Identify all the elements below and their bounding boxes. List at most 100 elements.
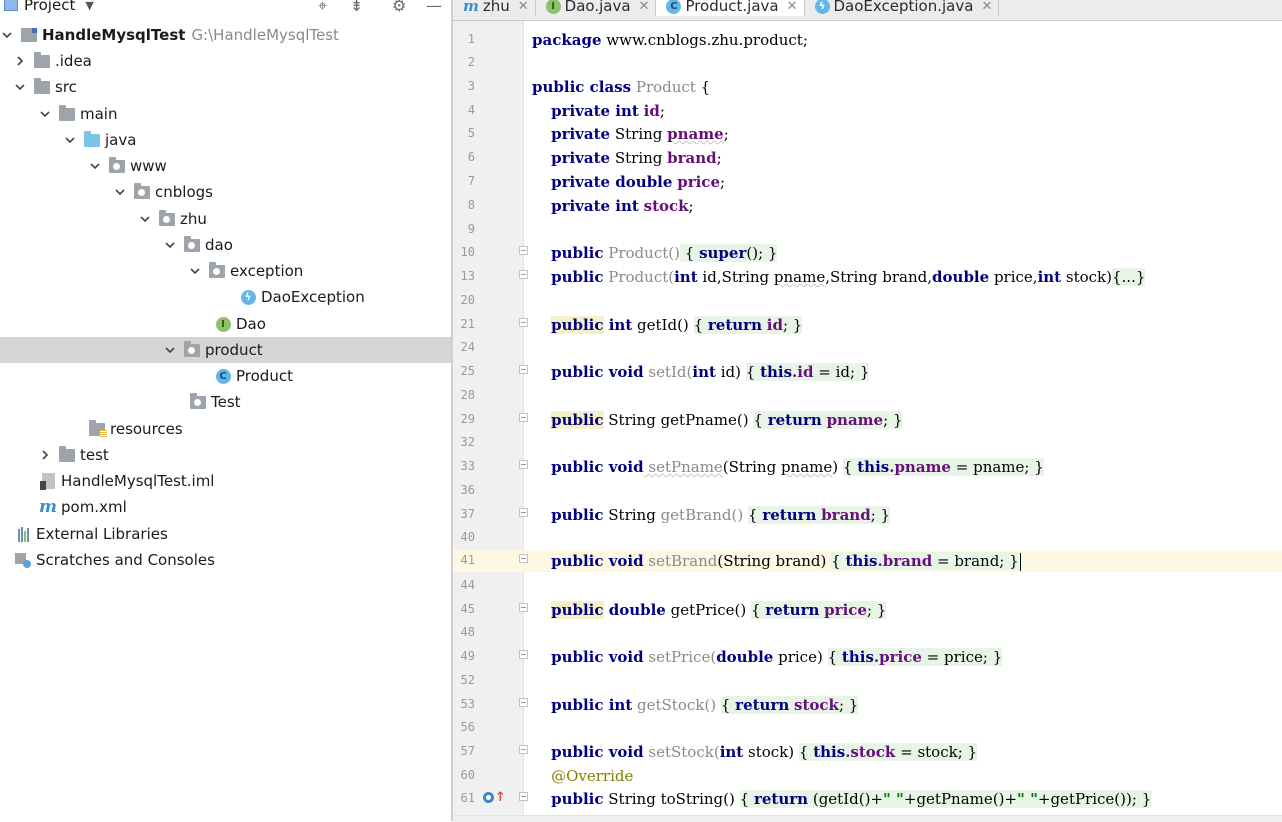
tree-item-handlemysqltest[interactable]: HandleMysqlTest G:\HandleMysqlTest — [0, 22, 451, 48]
chevron-down-icon[interactable] — [138, 212, 152, 226]
close-icon[interactable]: ✕ — [639, 0, 650, 14]
code-line[interactable]: 21 public int getId() { return id; } — [453, 314, 1282, 336]
tree-item-dao[interactable]: dao — [0, 232, 451, 258]
gear-icon[interactable]: ⚙ — [392, 0, 406, 15]
code-line[interactable]: 2 — [453, 52, 1282, 74]
code-line[interactable]: 1 package www.cnblogs.zhu.product; — [453, 29, 1282, 51]
code-line-current[interactable]: 41 public void setBrand(String brand) { … — [453, 550, 1282, 572]
locate-icon[interactable]: ⌖ — [318, 0, 327, 15]
hide-icon[interactable]: — — [426, 0, 442, 15]
chevron-right-icon[interactable] — [38, 448, 52, 462]
tree-item-label: www — [130, 157, 167, 175]
fold-icon[interactable] — [519, 460, 528, 469]
close-icon[interactable]: ✕ — [518, 0, 529, 14]
code-line[interactable]: 57 public void setStock(int stock) { thi… — [453, 741, 1282, 763]
code-line[interactable]: 33 public void setPname(String pname) { … — [453, 456, 1282, 478]
tree-item-test[interactable]: test — [0, 442, 451, 468]
code-line[interactable]: 56 — [453, 717, 1282, 739]
tree-item-java[interactable]: java — [0, 127, 451, 153]
code-editor[interactable]: 1 package www.cnblogs.zhu.product; 2 3 p… — [453, 21, 1282, 815]
code-line[interactable]: 32 — [453, 432, 1282, 454]
project-view-selector[interactable]: Project ▼ — [4, 0, 94, 14]
code-line[interactable]: 45 public double getPrice() { return pri… — [453, 599, 1282, 621]
chevron-down-icon[interactable] — [163, 238, 177, 252]
fold-icon[interactable] — [519, 508, 528, 517]
code-line[interactable]: 24 — [453, 337, 1282, 359]
tree-item-resources[interactable]: resources — [0, 416, 451, 442]
fold-icon[interactable] — [519, 365, 528, 374]
close-icon[interactable]: ✕ — [981, 0, 992, 14]
fold-icon[interactable] — [519, 745, 528, 754]
fold-icon[interactable] — [519, 603, 528, 612]
fold-icon[interactable] — [519, 270, 528, 279]
chevron-right-icon[interactable] — [13, 54, 27, 68]
code-line[interactable]: 8 private int stock; — [453, 195, 1282, 217]
tree-item-iml[interactable]: HandleMysqlTest.iml — [0, 468, 451, 494]
code-line[interactable]: 61 ↑ public String toString() { return (… — [453, 788, 1282, 810]
close-icon[interactable]: ✕ — [787, 0, 798, 14]
code-line[interactable]: 37 public String getBrand() { return bra… — [453, 504, 1282, 526]
tree-item-dao-interface[interactable]: I Dao — [0, 311, 451, 337]
tab-dao-java[interactable]: I Dao.java ✕ — [536, 0, 657, 16]
fold-icon[interactable] — [519, 650, 528, 659]
tree-item-cnblogs[interactable]: cnblogs — [0, 179, 451, 205]
code-text: price, — [989, 268, 1038, 286]
code-line[interactable]: 44 — [453, 575, 1282, 597]
code-line[interactable]: 4 private int id; — [453, 100, 1282, 122]
code-line[interactable]: 13 public Product(int id,String pname,St… — [453, 266, 1282, 288]
tree-item-src[interactable]: src — [0, 74, 451, 100]
code-line[interactable]: 52 — [453, 670, 1282, 692]
code-line[interactable]: 25 public void setId(int id) { this.id =… — [453, 361, 1282, 383]
tree-item-label: .idea — [55, 52, 92, 70]
chevron-down-icon[interactable] — [13, 80, 27, 94]
code-line[interactable]: 7 private double price; — [453, 171, 1282, 193]
chevron-down-icon[interactable] — [63, 133, 77, 147]
tree-item-daoexception[interactable]: ϟ DaoException — [0, 284, 451, 310]
fold-icon[interactable] — [519, 318, 528, 327]
tree-item-external-libraries[interactable]: External Libraries — [0, 521, 451, 547]
tab-product-java[interactable]: C Product.java ✕ — [656, 0, 805, 16]
tree-item-idea[interactable]: .idea — [0, 48, 451, 74]
fold-icon[interactable] — [519, 698, 528, 707]
code-line[interactable]: 5 private String pname; — [453, 123, 1282, 145]
code-line[interactable]: 29 public String getPname() { return pna… — [453, 409, 1282, 431]
tab-zhu[interactable]: m zhu ✕ — [453, 0, 536, 16]
fold-icon[interactable] — [519, 554, 528, 563]
code-line[interactable]: 10 public Product() { super(); } — [453, 242, 1282, 264]
tree-item-product-class[interactable]: C Product — [0, 363, 451, 389]
code-line[interactable]: 53 public int getStock() { return stock;… — [453, 694, 1282, 716]
tree-item-www[interactable]: www — [0, 153, 451, 179]
folded-code[interactable]: {...} — [1112, 268, 1146, 286]
code-line[interactable]: 6 private String brand; — [453, 147, 1282, 169]
chevron-down-icon[interactable] — [88, 159, 102, 173]
tree-item-zhu[interactable]: zhu — [0, 206, 451, 232]
chevron-down-icon[interactable]: ▼ — [85, 0, 93, 12]
tree-item-main[interactable]: main — [0, 101, 451, 127]
code-line[interactable]: 36 — [453, 480, 1282, 502]
code-text: ; — [782, 316, 789, 334]
code-line[interactable]: 60 @Override — [453, 765, 1282, 787]
fold-icon[interactable] — [519, 413, 528, 422]
override-marker-icon[interactable]: ↑ — [483, 790, 506, 805]
tree-item-product-package[interactable]: product — [0, 337, 451, 363]
fold-icon[interactable] — [519, 246, 528, 255]
code-line[interactable]: 28 — [453, 385, 1282, 407]
fold-icon[interactable] — [519, 792, 528, 801]
code-line[interactable]: 20 — [453, 290, 1282, 312]
code-line[interactable]: 9 — [453, 219, 1282, 241]
code-line[interactable]: 49 public void setPrice(double price) { … — [453, 646, 1282, 668]
chevron-down-icon[interactable] — [113, 185, 127, 199]
tree-item-exception[interactable]: exception — [0, 258, 451, 284]
tree-item-pom[interactable]: m pom.xml — [0, 494, 451, 520]
code-line[interactable]: 3 public class Product { — [453, 76, 1282, 98]
collapse-icon[interactable]: ⇟ — [350, 0, 363, 15]
tree-item-scratches[interactable]: Scratches and Consoles — [0, 547, 451, 573]
code-line[interactable]: 40 — [453, 527, 1282, 549]
code-line[interactable]: 48 — [453, 622, 1282, 644]
chevron-down-icon[interactable] — [188, 264, 202, 278]
chevron-down-icon[interactable] — [0, 28, 14, 42]
tab-daoexception-java[interactable]: ϟ DaoException.java ✕ — [805, 0, 1000, 16]
tree-item-test-package[interactable]: Test — [0, 389, 451, 415]
chevron-down-icon[interactable] — [38, 107, 52, 121]
chevron-down-icon[interactable] — [163, 343, 177, 357]
